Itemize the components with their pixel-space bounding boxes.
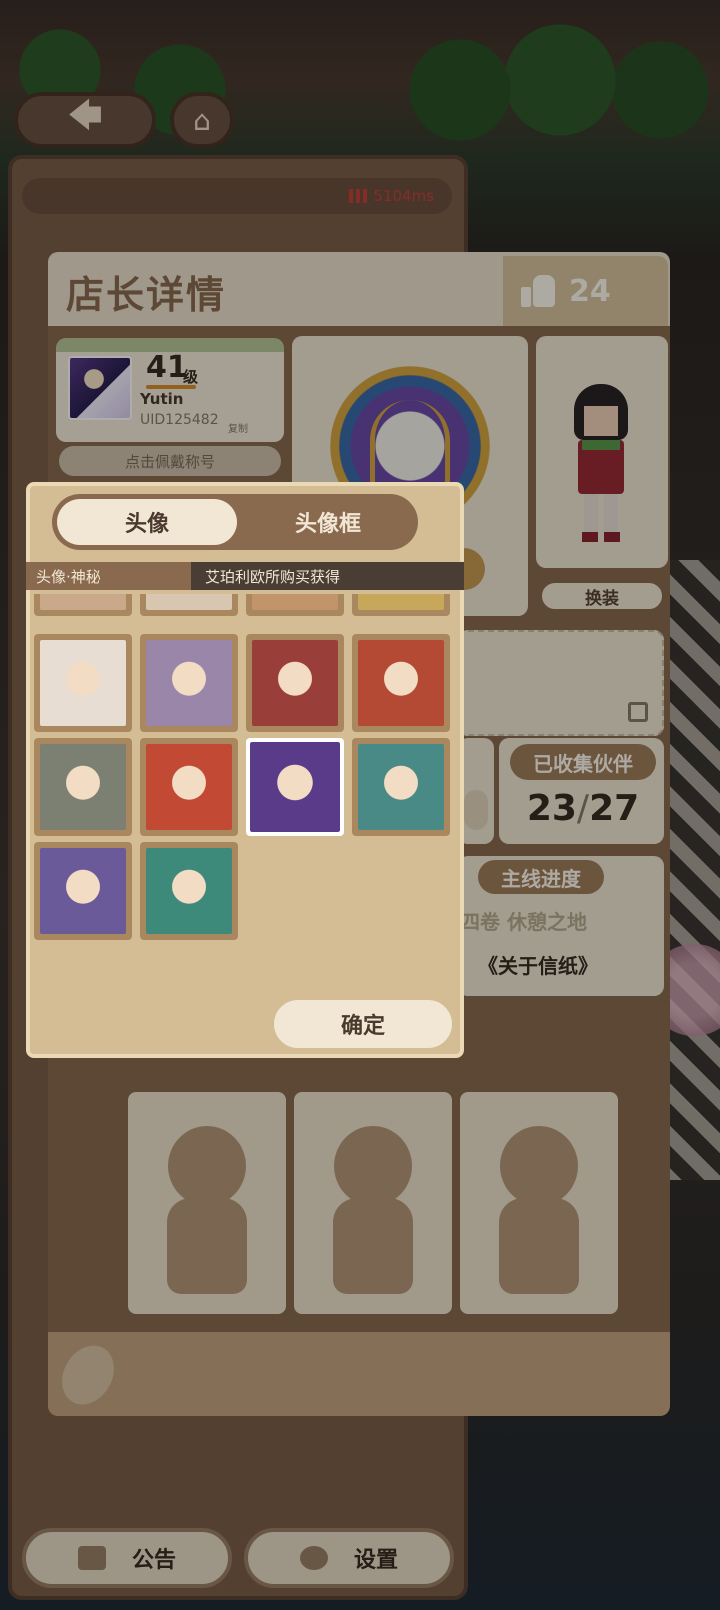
avatar-white-hair-icon [40, 640, 126, 726]
avatar-option[interactable] [352, 634, 450, 732]
avatar-option[interactable] [246, 634, 344, 732]
avatar-teal-girl-icon [146, 848, 232, 934]
avatar-silver-hair-icon [40, 744, 126, 830]
avatar-option[interactable] [352, 738, 450, 836]
avatar-horned-red-icon [358, 640, 444, 726]
avatar-option[interactable] [140, 738, 238, 836]
avatar-option[interactable] [352, 594, 450, 616]
avatar-info-bar: 头像·神秘 艾珀利欧所购买获得 [26, 562, 464, 590]
avatar-option[interactable] [140, 842, 238, 940]
avatar-goggles-boy-icon [358, 744, 444, 830]
tab-avatar-frame[interactable]: 头像框 [240, 499, 416, 545]
avatar-antler-girl-icon [40, 848, 126, 934]
avatar-blonde-panda-icon [146, 640, 232, 726]
avatar-source: 艾珀利欧所购买获得 [191, 562, 464, 590]
avatar-option[interactable] [140, 634, 238, 732]
avatar-skull-witch-icon [252, 640, 338, 726]
avatar-star-hat-icon [146, 744, 232, 830]
avatar-option[interactable] [34, 594, 132, 616]
avatar-option[interactable] [246, 738, 344, 836]
confirm-button[interactable]: 确定 [270, 996, 456, 1052]
tab-avatar[interactable]: 头像 [57, 499, 237, 545]
avatar-option[interactable] [140, 594, 238, 616]
avatar-option[interactable] [34, 738, 132, 836]
avatar-grid [34, 594, 458, 964]
avatar-option[interactable] [246, 594, 344, 616]
avatar-name: 头像·神秘 [26, 562, 191, 590]
avatar-option[interactable] [34, 842, 132, 940]
avatar-option[interactable] [34, 634, 132, 732]
avatar-mystery-witch-icon [247, 739, 343, 835]
